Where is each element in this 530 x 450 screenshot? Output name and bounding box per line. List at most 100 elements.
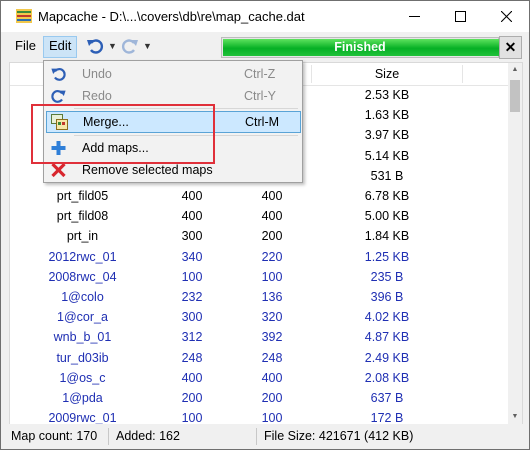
row-size: 1.84 KB: [364, 229, 410, 244]
app-icon: [16, 9, 32, 23]
row-name: 1@pda: [62, 391, 103, 405]
redo-icon: [51, 90, 66, 103]
row-name: prt_in: [66, 229, 99, 244]
close-icon: ✕: [504, 39, 517, 55]
menu-item-shortcut: Ctrl-M: [245, 115, 280, 129]
row-width: 400: [181, 209, 203, 224]
menu-item-shortcut: Ctrl-Y: [244, 89, 276, 103]
main-window: Mapcache - D:\...\covers\db\re\map_cache…: [0, 0, 530, 450]
row-name: 1@cor_a: [57, 310, 108, 325]
close-icon: [500, 11, 512, 22]
row-height: 200: [261, 229, 283, 244]
header-size[interactable]: Size: [312, 63, 462, 85]
row-size: 2.49 KB: [364, 350, 410, 365]
highlight-annotation-box: [31, 104, 215, 164]
menu-edit[interactable]: Edit: [43, 36, 78, 58]
status-file-size: File Size: 421671 (412 KB): [264, 429, 414, 443]
row-width: 300: [181, 310, 203, 325]
maximize-button[interactable]: [437, 1, 483, 32]
row-size: 2.08 KB: [364, 370, 410, 385]
row-size: 4.02 KB: [364, 310, 410, 325]
row-size: 172 B: [370, 411, 404, 425]
row-height: 136: [261, 290, 283, 304]
table-row[interactable]: prt_fild08 400 400 5.00 KB: [10, 206, 508, 226]
progress-bar: Finished: [221, 37, 499, 58]
row-size: 4.87 KB: [364, 330, 410, 345]
menu-file[interactable]: File: [10, 36, 41, 56]
row-height: 100: [261, 411, 283, 425]
table-row[interactable]: 2008rwc_04 100 100 235 B: [10, 267, 508, 287]
row-name: prt_fild05: [56, 189, 109, 203]
row-width: 100: [181, 269, 203, 284]
row-width: 200: [181, 391, 203, 405]
row-size: 5.14 KB: [364, 148, 410, 163]
row-width: 300: [181, 229, 203, 244]
window-title: Mapcache - D:\...\covers\db\re\map_cache…: [38, 9, 305, 24]
row-width: 232: [181, 290, 203, 304]
row-width: 340: [181, 249, 203, 264]
table-row[interactable]: 1@colo 232 136 396 B: [10, 287, 508, 307]
row-height: 220: [261, 249, 283, 264]
menu-item-shortcut: Ctrl-Z: [244, 67, 276, 81]
table-row[interactable]: wnb_b_01 312 392 4.87 KB: [10, 327, 508, 347]
row-width: 400: [181, 189, 203, 203]
minimize-icon: [408, 16, 420, 17]
row-name: 2008rwc_04: [48, 269, 117, 284]
undo-icon[interactable]: [86, 37, 104, 55]
row-name: wnb_b_01: [53, 330, 112, 345]
row-size: 5.00 KB: [364, 209, 410, 224]
undo-icon: [51, 68, 66, 81]
status-added: Added: 162: [116, 429, 180, 443]
row-height: 248: [261, 350, 283, 365]
row-width: 312: [181, 330, 203, 345]
row-height: 100: [261, 269, 283, 284]
redo-icon[interactable]: [121, 37, 139, 55]
row-height: 320: [261, 310, 283, 325]
row-name: 2012rwc_01: [48, 249, 117, 264]
row-name: tur_d03ib: [56, 350, 109, 365]
vertical-scrollbar[interactable]: ▲ ▼: [508, 63, 522, 424]
row-size: 2.53 KB: [364, 88, 410, 102]
scrollbar-thumb[interactable]: [510, 80, 520, 112]
row-size: 531 B: [370, 168, 404, 183]
remove-icon: [51, 162, 66, 178]
row-height: 400: [261, 189, 283, 203]
status-map-count: Map count: 170: [11, 429, 98, 443]
row-size: 396 B: [370, 290, 404, 304]
table-row[interactable]: 2012rwc_01 340 220 1.25 KB: [10, 247, 508, 267]
progress-text: Finished: [334, 40, 386, 54]
row-name: 1@os_c: [59, 370, 106, 385]
header-divider[interactable]: [462, 65, 463, 83]
table-row[interactable]: 1@pda 200 200 637 B: [10, 388, 508, 408]
table-row[interactable]: 2009rwc_01 100 100 172 B: [10, 408, 508, 425]
row-size: 637 B: [370, 391, 404, 405]
row-height: 392: [261, 330, 283, 345]
maximize-icon: [454, 11, 466, 22]
redo-dropdown-icon[interactable]: ▼: [143, 37, 152, 55]
table-row[interactable]: 1@cor_a 300 320 4.02 KB: [10, 307, 508, 327]
row-height: 400: [261, 209, 283, 224]
row-size: 6.78 KB: [364, 189, 410, 203]
minimize-button[interactable]: [391, 1, 437, 32]
table-row[interactable]: prt_fild05 400 400 6.78 KB: [10, 186, 508, 206]
row-size: 3.97 KB: [364, 128, 410, 143]
menu-item-undo[interactable]: Undo Ctrl-Z: [46, 63, 299, 85]
scroll-down-icon[interactable]: ▼: [508, 410, 522, 424]
status-bar: Map count: 170 Added: 162 File Size: 421…: [1, 424, 529, 449]
scroll-up-icon[interactable]: ▲: [508, 63, 522, 77]
table-row[interactable]: prt_in 300 200 1.84 KB: [10, 226, 508, 246]
undo-dropdown-icon[interactable]: ▼: [108, 37, 117, 55]
row-size: 1.63 KB: [364, 108, 410, 123]
row-width: 400: [181, 370, 203, 385]
menu-item-label: Undo: [82, 67, 112, 81]
row-width: 100: [181, 411, 203, 425]
table-row[interactable]: tur_d03ib 248 248 2.49 KB: [10, 348, 508, 368]
row-size: 1.25 KB: [364, 249, 410, 264]
row-name: 1@colo: [61, 290, 104, 304]
row-width: 248: [181, 350, 203, 365]
table-row[interactable]: 1@os_c 400 400 2.08 KB: [10, 368, 508, 388]
close-window-button[interactable]: [483, 1, 529, 32]
row-height: 400: [261, 370, 283, 385]
status-divider: [256, 428, 257, 445]
cancel-button[interactable]: ✕: [499, 36, 522, 59]
